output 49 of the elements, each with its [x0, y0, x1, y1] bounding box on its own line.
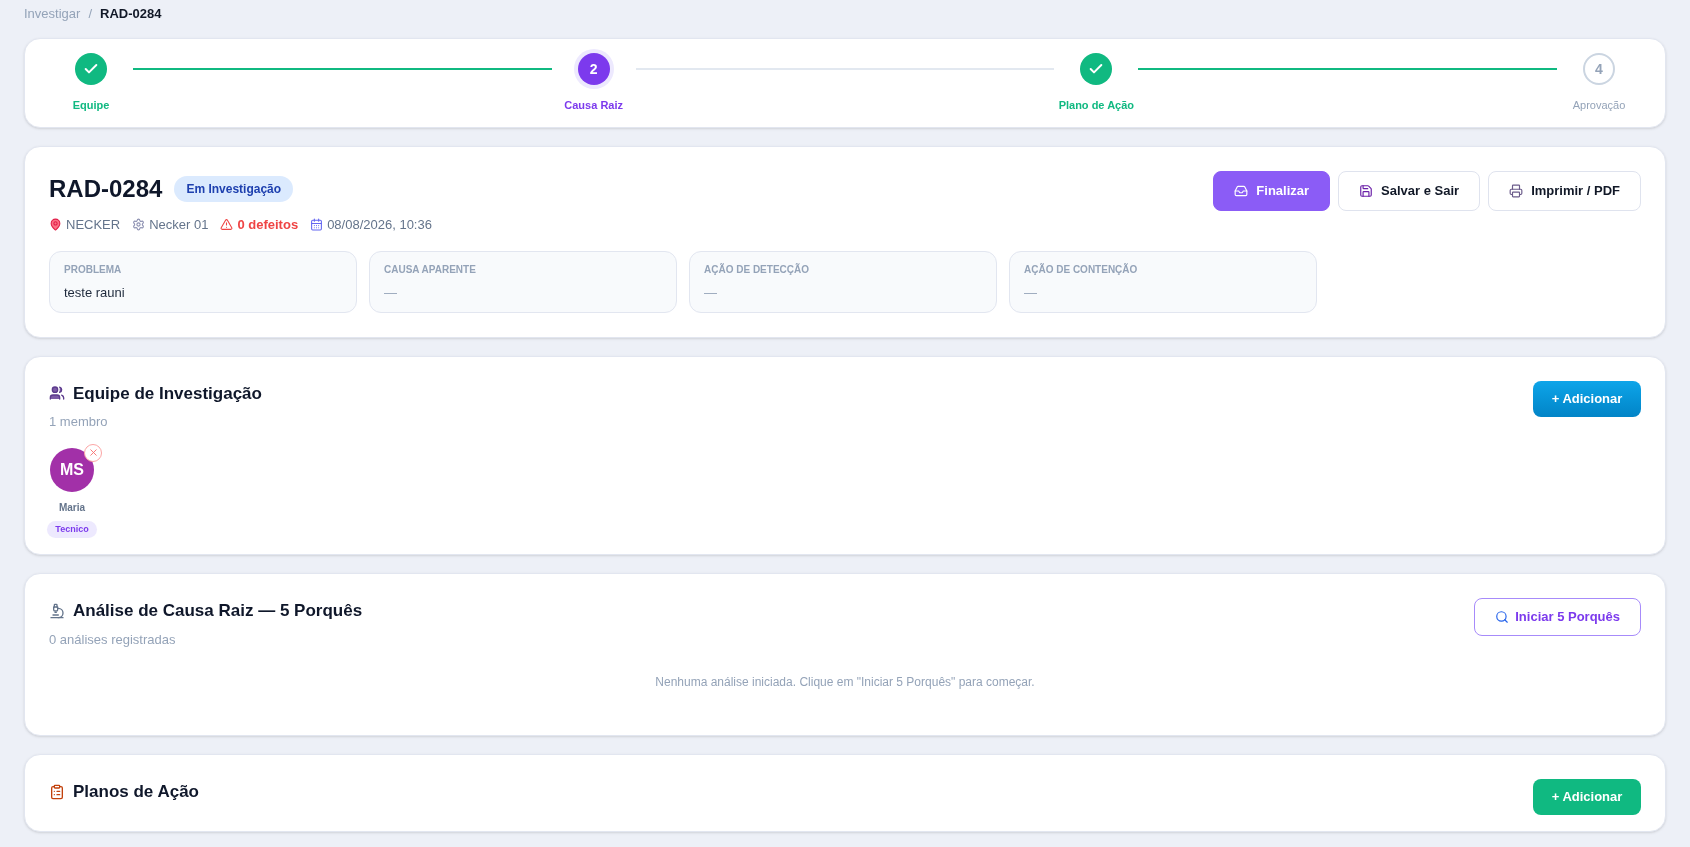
add-button[interactable]: + Adicionar: [1533, 779, 1641, 815]
action-button[interactable]: Imprimir / PDF: [1488, 171, 1641, 211]
section-subtitle: 1 membro: [49, 413, 109, 431]
clipboard-icon: [49, 783, 65, 800]
meta-text: 0 defeitos: [237, 216, 299, 234]
info-value: —: [704, 283, 718, 302]
gear-icon: [132, 218, 146, 232]
search-icon: [1495, 610, 1510, 624]
section-title: Equipe de Investigação: [73, 382, 262, 405]
section-subtitle: 0 análises registradas: [49, 630, 177, 649]
start-analysis-button[interactable]: Iniciar 5 Porquês: [1474, 598, 1641, 636]
meta-text: NECKER: [66, 216, 121, 234]
meta-text: 08/08/2026, 10:36: [327, 216, 432, 234]
role-tag: Tecnico: [47, 520, 97, 538]
info-value: teste rauni: [64, 283, 126, 302]
remove-button[interactable]: [84, 443, 102, 462]
breadcrumb-separator: /: [88, 5, 92, 23]
section-title: Análise de Causa Raiz — 5 Porquês: [73, 600, 363, 622]
close-icon: [87, 447, 99, 458]
info-label: AÇÃO DE CONTENÇÃO: [1024, 262, 1139, 277]
step-label: Equipe: [72, 97, 110, 113]
action-button[interactable]: Salvar e Sair: [1338, 171, 1481, 211]
calendar-icon: [310, 218, 324, 232]
step-label: Plano de Ação: [1058, 97, 1135, 113]
status-badge: Em Investigação: [174, 176, 294, 202]
info-label: AÇÃO DE DETECÇÃO: [704, 262, 810, 277]
inbox-icon: [1234, 184, 1249, 198]
info-value: —: [384, 283, 398, 302]
pin-icon: [49, 218, 62, 232]
breadcrumb-current: RAD-0284: [100, 5, 162, 23]
people-icon: [49, 385, 65, 402]
section-title: Planos de Ação: [73, 781, 199, 803]
breadcrumb-link[interactable]: Investigar: [24, 4, 81, 24]
warning-icon: [220, 218, 234, 232]
avatar: MS: [50, 447, 94, 492]
step-label: Aprovação: [1572, 97, 1626, 113]
printer-icon: [1509, 184, 1524, 198]
info-value: —: [1024, 283, 1038, 302]
empty-message: Nenhuma análise iniciada. Clique em "Iniciar 5 Porquês" para começar.: [654, 674, 1036, 691]
action-button[interactable]: Finalizar: [1213, 171, 1331, 211]
step-label: Causa Raiz: [564, 97, 623, 113]
add-button[interactable]: + Adicionar: [1533, 380, 1641, 417]
meta-text: Necker 01: [149, 216, 209, 234]
info-label: CAUSA APARENTE: [384, 262, 477, 277]
info-label: PROBLEMA: [64, 262, 123, 277]
save-icon: [1359, 184, 1374, 198]
record-title: RAD-0284: [49, 174, 163, 204]
member-name: Maria: [58, 500, 86, 515]
microscope-icon: [49, 602, 65, 619]
